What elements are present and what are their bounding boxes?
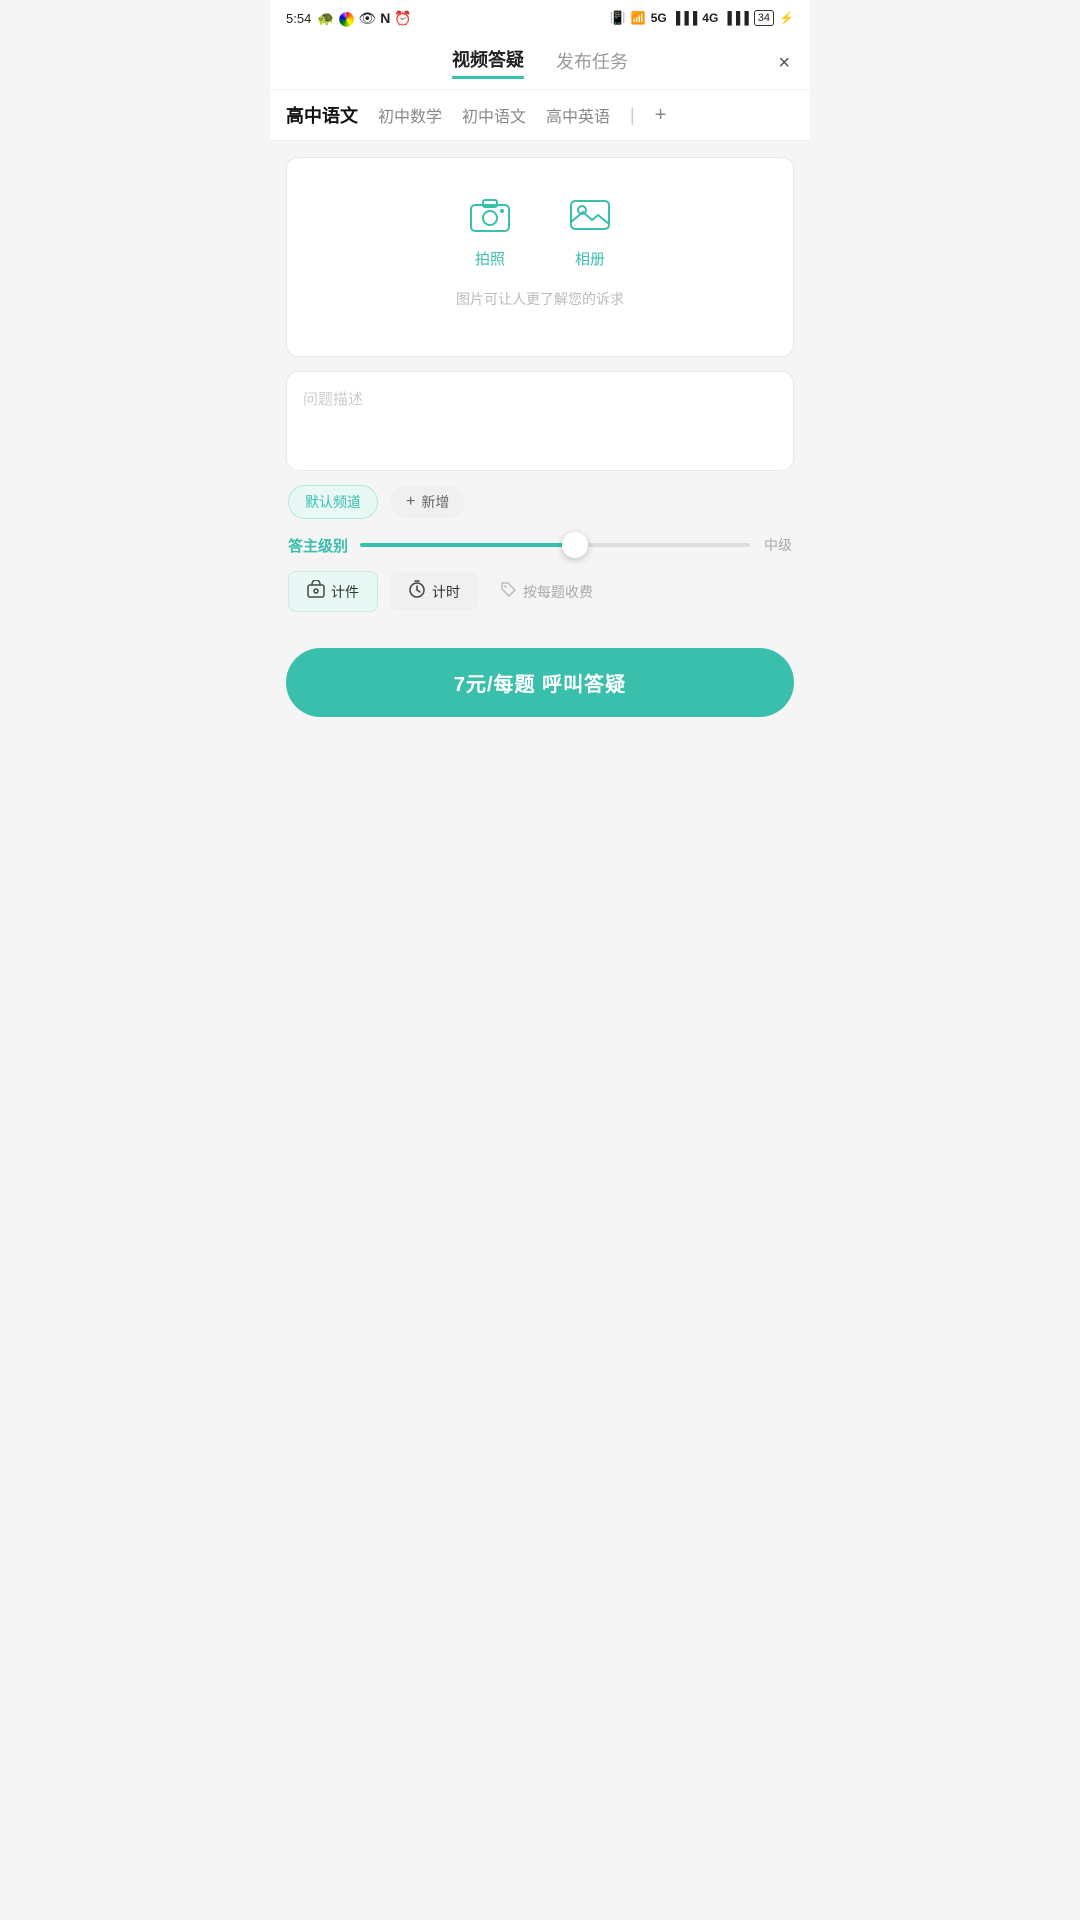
pricing-per-piece[interactable]: 计件 — [288, 571, 378, 612]
photo-hint: 图片可让人更了解您的诉求 — [456, 289, 624, 309]
camera-label: 拍照 — [475, 248, 505, 269]
album-icon — [570, 198, 610, 240]
level-slider[interactable] — [360, 533, 750, 557]
close-button[interactable]: × — [778, 53, 790, 73]
description-box[interactable]: 问题描述 — [286, 371, 794, 471]
tab-video-qa[interactable]: 视频答疑 — [452, 46, 524, 79]
add-channel-button[interactable]: + 新增 — [390, 486, 465, 518]
signal-5g: 5G — [651, 11, 667, 25]
add-channel-label: 新增 — [421, 492, 449, 512]
subject-add-button[interactable]: + — [655, 104, 667, 127]
subject-tabs: 高中语文 初中数学 初中语文 高中英语 | + — [270, 90, 810, 141]
photo-upload-box: 拍照 相册 图片可让人更了解您的诉求 — [286, 157, 794, 357]
description-placeholder: 问题描述 — [303, 391, 363, 408]
app-icons: 🐢 ⬤ 👁 N ⏰ — [317, 10, 411, 27]
slider-thumb — [562, 532, 588, 558]
signal-bar1: ▐▐▐ — [672, 11, 698, 25]
vibrate-icon: 📳 — [610, 10, 626, 26]
plus-icon: + — [406, 493, 415, 511]
time: 5:54 — [286, 11, 311, 26]
subject-tab-3[interactable]: 高中英语 — [546, 103, 610, 127]
time-icon — [408, 580, 426, 603]
level-row: 答主级别 中级 — [286, 533, 794, 557]
channel-row: 默认频道 + 新增 — [286, 485, 794, 519]
bottom-area: 7元/每题 呼叫答疑 — [270, 628, 810, 747]
charging-icon: ⚡ — [779, 11, 794, 25]
signal-bar2: ▐▐▐ — [723, 11, 749, 25]
main-content: 拍照 相册 图片可让人更了解您的诉求 问题描述 默认频道 + 新增 — [270, 141, 810, 628]
battery: 34 — [754, 10, 774, 26]
tag-icon — [500, 581, 517, 602]
album-label: 相册 — [575, 248, 605, 269]
status-bar: 5:54 🐢 ⬤ 👁 N ⏰ 📳 📶 5G ▐▐▐ 4G ▐▐▐ 34 ⚡ — [270, 0, 810, 36]
slider-track — [360, 543, 750, 547]
subject-tab-1[interactable]: 初中数学 — [378, 103, 442, 127]
signal-4g: 4G — [702, 11, 718, 25]
camera-action[interactable]: 拍照 — [470, 198, 510, 269]
photo-actions: 拍照 相册 — [470, 198, 610, 269]
subject-tab-0[interactable]: 高中语文 — [286, 102, 358, 128]
wifi-icon: 📶 — [631, 11, 646, 25]
call-qa-button[interactable]: 7元/每题 呼叫答疑 — [286, 648, 794, 717]
pricing-by-time[interactable]: 计时 — [390, 572, 478, 611]
level-value: 中级 — [762, 535, 792, 555]
pricing-piece-label: 计件 — [331, 582, 359, 602]
top-nav: 视频答疑 发布任务 × — [270, 36, 810, 90]
level-label: 答主级别 — [288, 535, 348, 556]
subject-tab-2[interactable]: 初中语文 — [462, 103, 526, 127]
default-channel-badge[interactable]: 默认频道 — [288, 485, 378, 519]
tab-publish-task[interactable]: 发布任务 — [556, 48, 628, 78]
pricing-per-question[interactable]: 按每题收费 — [490, 573, 603, 610]
nav-tabs: 视频答疑 发布任务 — [452, 46, 628, 79]
pricing-row: 计件 计时 按每题收费 — [286, 571, 794, 612]
status-right: 📳 📶 5G ▐▐▐ 4G ▐▐▐ 34 ⚡ — [610, 10, 794, 26]
subject-divider: | — [630, 105, 635, 126]
camera-icon — [470, 198, 510, 240]
piece-icon — [307, 580, 325, 603]
pricing-time-label: 计时 — [432, 582, 460, 602]
album-action[interactable]: 相册 — [570, 198, 610, 269]
pricing-question-label: 按每题收费 — [523, 582, 593, 602]
status-left: 5:54 🐢 ⬤ 👁 N ⏰ — [286, 10, 412, 27]
